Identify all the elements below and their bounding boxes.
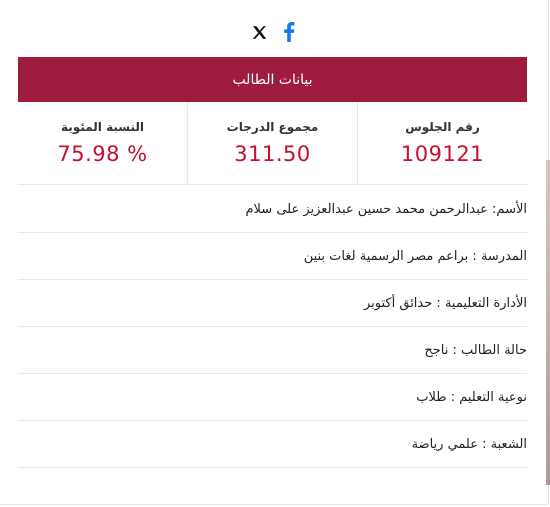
x-icon[interactable] (249, 21, 269, 43)
detail-row-administration: الأدارة التعليمية حدائق أكتوبر (18, 280, 527, 327)
detail-value: طلاب (416, 389, 447, 405)
stat-seat-number: رقم الجلوس 109121 (358, 102, 527, 184)
detail-value: ناجح (424, 342, 449, 358)
detail-row-school: المدرسة براعم مصر الرسمية لغات بنين (18, 233, 527, 280)
stat-value: 109121 (400, 142, 485, 166)
stat-total-grades: مجموع الدرجات 311.50 (188, 102, 358, 184)
detail-key: الأدارة التعليمية (432, 296, 527, 311)
stat-percentage: النسبة المئوية 75.98 % (18, 102, 188, 184)
detail-key: نوعية التعليم (447, 390, 527, 405)
stats-bar: رقم الجلوس 109121 مجموع الدرجات 311.50 ا… (18, 102, 527, 185)
detail-key: المدرسة (468, 249, 527, 264)
header-title: بيانات الطالب (232, 71, 313, 88)
detail-value: علمي رياضة (411, 436, 478, 452)
detail-value: عبدالرحمن محمد حسين عبدالعزيز على سلام (245, 201, 488, 217)
student-details-list: الأسم عبدالرحمن محمد حسين عبدالعزيز على … (18, 186, 527, 468)
detail-key: حالة الطالب (448, 343, 527, 358)
detail-row-education-type: نوعية التعليم طلاب (18, 374, 527, 421)
share-bar (0, 20, 548, 44)
detail-row-division: الشعبة علمي رياضة (18, 421, 527, 468)
detail-value: حدائق أكتوبر (363, 295, 433, 311)
stat-value: 75.98 % (57, 142, 148, 166)
stat-label: رقم الجلوس (405, 120, 480, 134)
detail-row-name: الأسم عبدالرحمن محمد حسين عبدالعزيز على … (18, 186, 527, 233)
stat-value: 311.50 (234, 142, 311, 166)
student-data-header: بيانات الطالب (18, 57, 527, 102)
stat-label: مجموع الدرجات (226, 120, 319, 134)
facebook-icon[interactable] (279, 21, 299, 43)
detail-key: الشعبة (478, 437, 527, 452)
edge-strip (546, 160, 550, 485)
stat-label: النسبة المئوية (61, 120, 144, 134)
detail-value: براعم مصر الرسمية لغات بنين (303, 248, 469, 264)
detail-row-status: حالة الطالب ناجح (18, 327, 527, 374)
detail-key: الأسم (488, 202, 527, 217)
